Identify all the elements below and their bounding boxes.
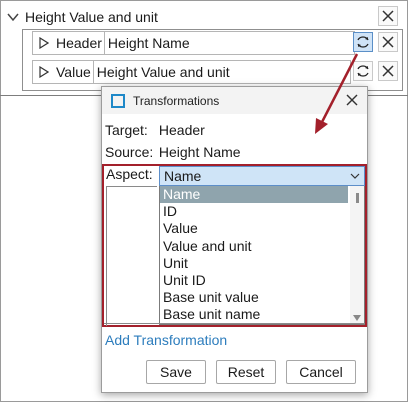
aspect-option[interactable]: Base unit value <box>160 289 348 306</box>
app-window-icon <box>111 93 125 108</box>
remove-root-button[interactable] <box>378 6 398 26</box>
aspect-selected-value: Name <box>164 168 202 184</box>
transform-value-button[interactable] <box>353 61 373 81</box>
aspect-option[interactable]: Value <box>160 220 348 237</box>
aspect-dropdown-list[interactable]: Name ID Value Value and unit Unit Unit I… <box>159 186 365 325</box>
value-source-field[interactable]: Height Value and unit <box>92 60 351 84</box>
cancel-button[interactable]: Cancel <box>286 360 356 384</box>
save-button[interactable]: Save <box>146 360 206 384</box>
aspect-option[interactable]: Base unit name <box>160 306 348 323</box>
tree-root-row[interactable]: Height Value and unit <box>6 7 158 27</box>
chevron-down-icon[interactable] <box>6 10 20 24</box>
expand-triangle-icon <box>38 37 49 49</box>
aspect-option[interactable]: Name <box>160 186 348 204</box>
target-line: Target: Header <box>105 122 205 138</box>
source-line: Source: Height Name <box>105 144 241 160</box>
aspect-option[interactable]: Value and unit <box>160 238 348 255</box>
target-value: Header <box>158 122 205 138</box>
transform-icon <box>357 65 369 77</box>
mapping-tree: Height Value and unit Header Height Name <box>0 0 408 96</box>
transform-header-button[interactable] <box>353 32 373 52</box>
list-bottom-border <box>104 323 365 324</box>
remove-value-button[interactable] <box>378 61 398 81</box>
dropdown-scrollbar[interactable] <box>350 186 364 324</box>
close-x-icon <box>382 10 394 22</box>
aspect-option[interactable]: Unit ID <box>160 272 348 289</box>
target-label: Target: <box>105 122 148 138</box>
scroll-down-icon[interactable] <box>353 315 361 321</box>
close-x-icon <box>382 65 394 77</box>
expand-triangle-icon <box>38 66 49 78</box>
dialog-title: Transformations <box>133 93 220 108</box>
transform-icon <box>357 36 369 48</box>
transformations-dialog: Transformations Target: Header Source: H… <box>101 86 368 393</box>
tree-row-header: Header Height Name <box>32 31 355 55</box>
aspect-highlight: Aspect: Name Name ID Value Value and uni… <box>102 164 367 327</box>
add-transformation-link[interactable]: Add Transformation <box>105 332 227 348</box>
aspect-option[interactable]: ID <box>160 203 348 220</box>
header-source-field[interactable]: Height Name <box>103 31 355 55</box>
aspect-option[interactable]: Unit <box>160 255 348 272</box>
aspect-select[interactable]: Name <box>159 166 365 186</box>
aspect-label: Aspect: <box>106 166 153 182</box>
aspect-list-area <box>106 186 157 326</box>
expand-header-button[interactable] <box>32 31 54 55</box>
remove-header-button[interactable] <box>378 32 398 52</box>
dialog-titlebar[interactable]: Transformations <box>102 87 367 114</box>
scrollbar-thumb[interactable] <box>356 193 359 203</box>
tree-row-value: Value Height Value and unit <box>32 60 351 84</box>
source-value: Height Name <box>158 144 241 160</box>
chevron-down-icon <box>350 173 360 179</box>
source-label: Source: <box>105 144 154 160</box>
expand-value-button[interactable] <box>32 60 54 84</box>
tree-root-label: Height Value and unit <box>25 9 158 25</box>
row-label-header: Header <box>54 31 104 55</box>
close-x-icon <box>382 36 394 48</box>
row-label-value: Value <box>54 60 93 84</box>
close-icon[interactable] <box>345 93 359 107</box>
reset-button[interactable]: Reset <box>216 360 276 384</box>
